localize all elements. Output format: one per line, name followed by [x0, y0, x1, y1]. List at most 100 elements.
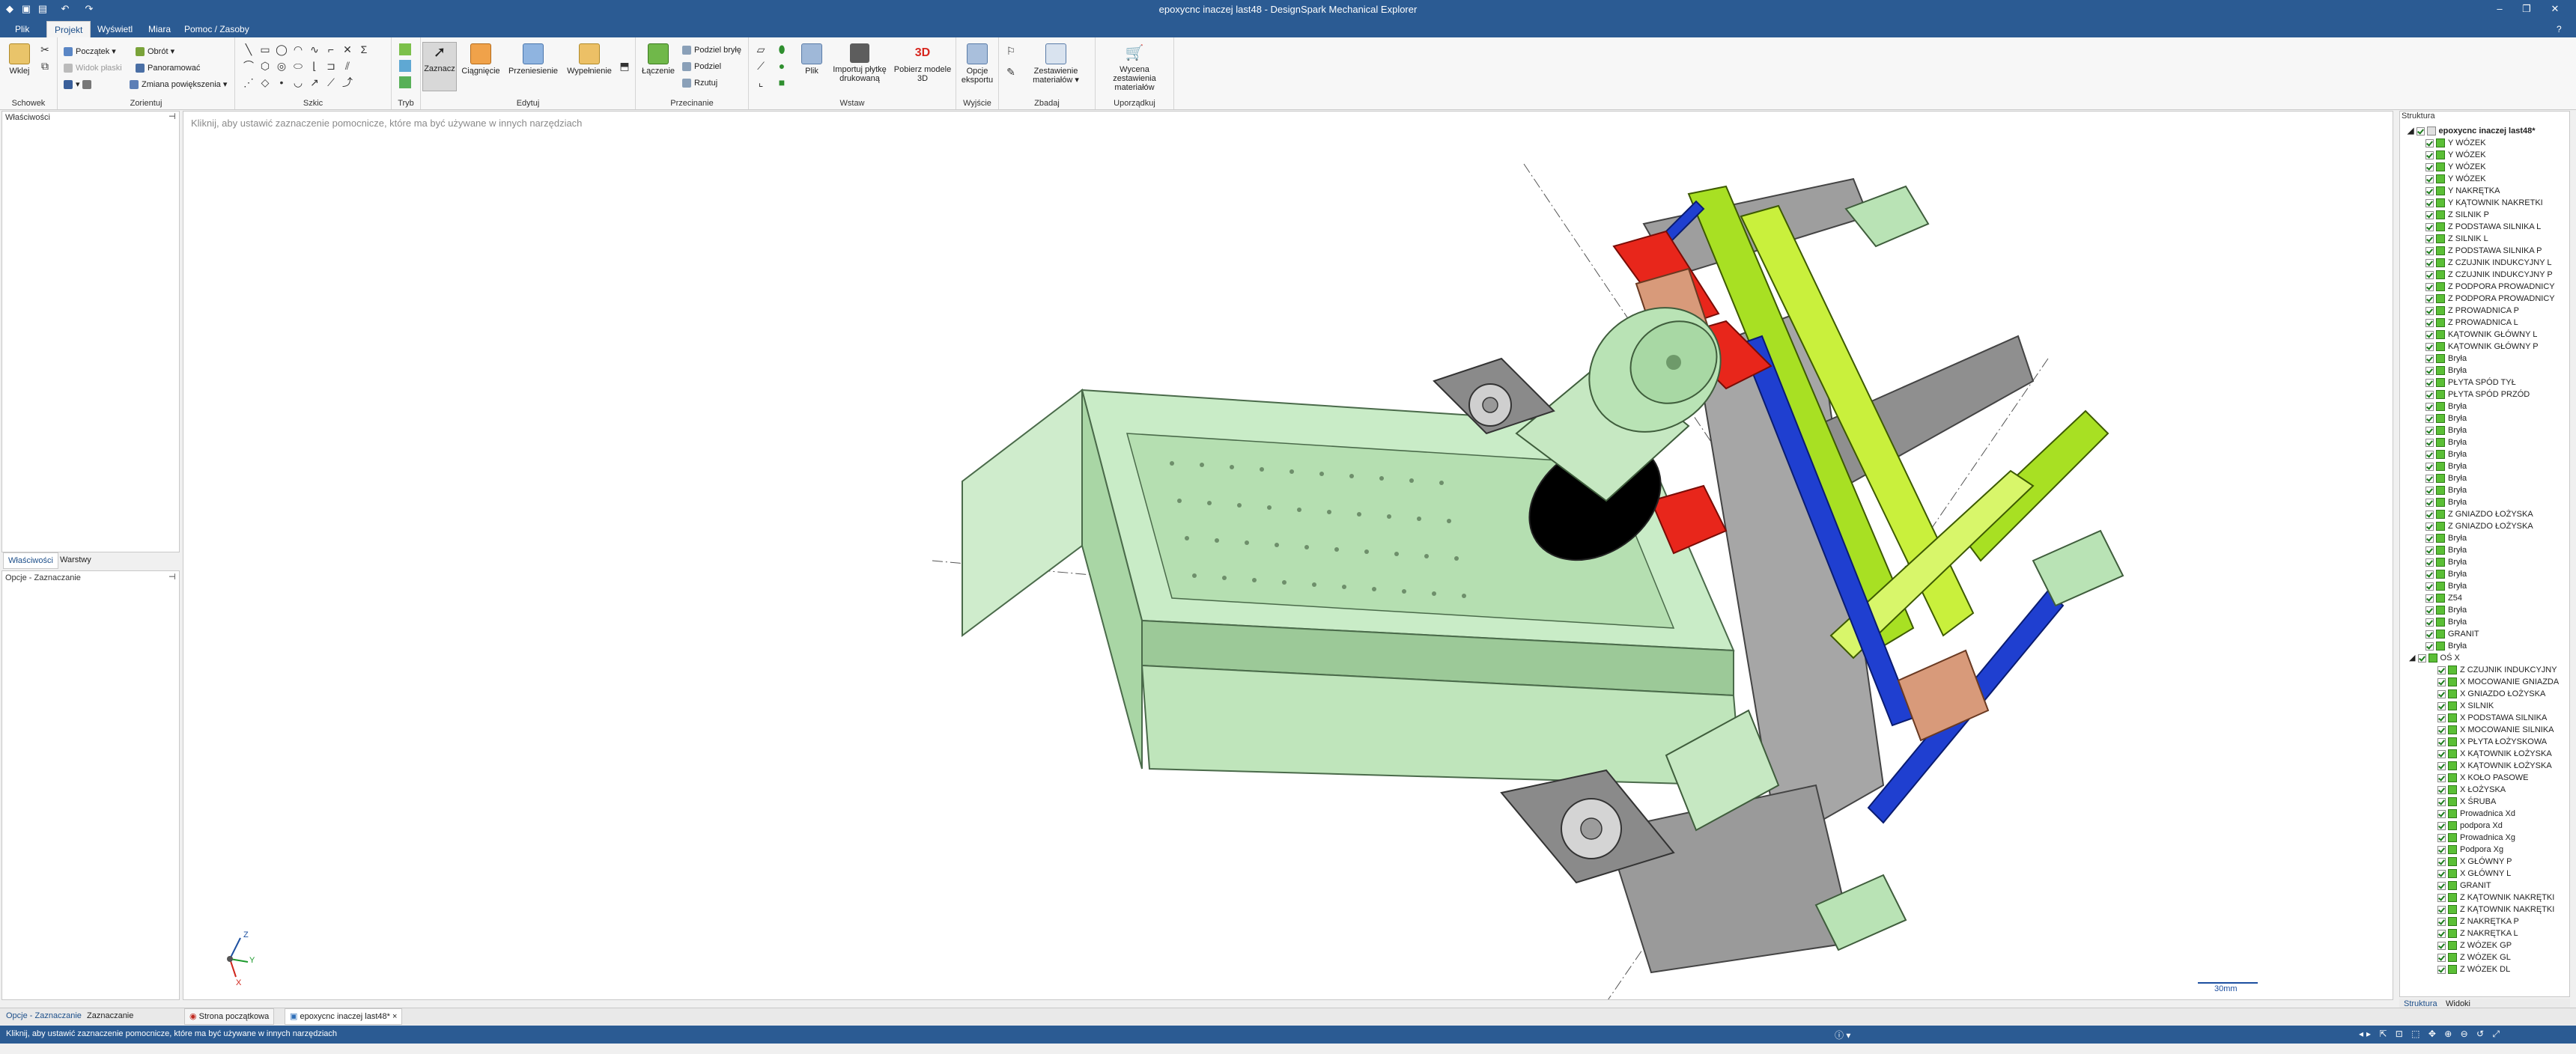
- import-pcb-button[interactable]: Importuj płytkę drukowaną: [830, 43, 890, 83]
- visibility-checkbox[interactable]: [2437, 857, 2446, 866]
- tree-item[interactable]: Z54: [2425, 592, 2462, 604]
- tree-item[interactable]: Bryła: [2425, 484, 2467, 496]
- tree-item[interactable]: Bryła: [2425, 436, 2467, 448]
- tree-item[interactable]: Y WÓZEK: [2425, 149, 2486, 161]
- visibility-checkbox[interactable]: [2437, 725, 2446, 734]
- visibility-checkbox[interactable]: [2425, 510, 2434, 519]
- tree-item[interactable]: Prowadnica Xg: [2437, 832, 2515, 844]
- tab-pomoc[interactable]: Pomoc / Zasoby: [177, 21, 257, 37]
- tree-item[interactable]: PŁYTA SPÓD TYŁ: [2425, 377, 2516, 389]
- visibility-checkbox[interactable]: [2425, 582, 2434, 591]
- tree-item[interactable]: Bryła: [2425, 556, 2467, 568]
- visibility-checkbox[interactable]: [2437, 749, 2446, 758]
- box-icon[interactable]: ■: [776, 76, 788, 88]
- pull-tool-button[interactable]: Ciągnięcie: [460, 43, 502, 76]
- point-icon[interactable]: •: [276, 76, 288, 88]
- tab-start-page[interactable]: ◉ Strona początkowa: [184, 1008, 275, 1025]
- visibility-checkbox[interactable]: [2425, 342, 2434, 351]
- visibility-checkbox[interactable]: [2437, 845, 2446, 854]
- visibility-checkbox[interactable]: [2425, 294, 2434, 303]
- tree-item[interactable]: PŁYTA SPÓD PRZÓD: [2425, 389, 2530, 400]
- tree-item[interactable]: Bryła: [2425, 353, 2467, 365]
- visibility-checkbox[interactable]: [2425, 594, 2434, 603]
- measure-icon[interactable]: ⚐: [1005, 45, 1017, 57]
- visibility-checkbox[interactable]: [2437, 953, 2446, 962]
- visibility-checkbox[interactable]: [2425, 234, 2434, 243]
- pin-icon[interactable]: ⊣: [168, 572, 176, 582]
- 3d-viewport[interactable]: Kliknij, aby ustawić zaznaczenie pomocni…: [183, 111, 2393, 1000]
- tree-item[interactable]: Bryła: [2425, 532, 2467, 544]
- visibility-checkbox[interactable]: [2425, 618, 2434, 627]
- tree-item[interactable]: X GŁÓWNY P: [2437, 856, 2512, 868]
- offset-icon[interactable]: ⊐: [325, 60, 337, 72]
- tree-item[interactable]: Bryła: [2425, 568, 2467, 580]
- tree-item[interactable]: Z KĄTOWNIK NAKRĘTKI: [2437, 904, 2554, 916]
- widok-plaski-button[interactable]: Widok płaski: [64, 61, 122, 75]
- tab-layers[interactable]: Warstwy: [55, 552, 96, 567]
- visibility-checkbox[interactable]: [2425, 630, 2434, 639]
- blend-icon[interactable]: ⬒: [619, 60, 631, 72]
- cylinder-icon[interactable]: ⬮: [776, 43, 788, 55]
- tree-item[interactable]: Podpora Xg: [2437, 844, 2503, 856]
- visibility-checkbox[interactable]: [2437, 761, 2446, 770]
- tab-document[interactable]: ▣ epoxycnc inaczej last48* ×: [285, 1008, 403, 1025]
- poczatek-button[interactable]: Początek ▾: [64, 45, 116, 58]
- visibility-checkbox[interactable]: [2425, 246, 2434, 255]
- visibility-checkbox[interactable]: [2425, 222, 2434, 231]
- line-icon[interactable]: ╲: [243, 43, 255, 55]
- tree-item[interactable]: Z NAKRĘTKA L: [2437, 927, 2518, 939]
- tree-item[interactable]: Z PODSTAWA SILNIKA L: [2425, 221, 2541, 233]
- visibility-checkbox[interactable]: [2425, 450, 2434, 459]
- visibility-checkbox[interactable]: [2437, 833, 2446, 842]
- zoom-button[interactable]: Zmiana powiększenia ▾: [130, 78, 227, 91]
- visibility-checkbox[interactable]: [2437, 713, 2446, 722]
- mirror-icon[interactable]: ⫽: [341, 60, 353, 72]
- 3d-mode-icon[interactable]: [399, 76, 411, 88]
- tree-item[interactable]: Bryła: [2425, 472, 2467, 484]
- visibility-checkbox[interactable]: [2416, 127, 2425, 135]
- export-options-button[interactable]: Opcje eksportu: [958, 43, 997, 85]
- tree-item[interactable]: Bryła: [2425, 424, 2467, 436]
- check-icon[interactable]: ✎: [1005, 66, 1017, 78]
- tree-item[interactable]: podpora Xd: [2437, 820, 2503, 832]
- combine-button[interactable]: Łączenie: [639, 43, 678, 76]
- tab-miara[interactable]: Miara: [141, 21, 178, 37]
- tree-item[interactable]: X SILNIK: [2437, 700, 2494, 712]
- visibility-checkbox[interactable]: [2425, 426, 2434, 435]
- split-button[interactable]: Podziel: [682, 60, 721, 73]
- visibility-checkbox[interactable]: [2437, 941, 2446, 950]
- tree-item[interactable]: Z GNIAZDO ŁOŻYSKA: [2425, 508, 2533, 520]
- three-point-arc-icon[interactable]: ◡: [292, 76, 304, 88]
- visibility-checkbox[interactable]: [2425, 414, 2434, 423]
- tab-wyswietl[interactable]: Wyświetl: [90, 21, 140, 37]
- visibility-checkbox[interactable]: [2425, 378, 2434, 387]
- tree-item[interactable]: Y WÓZEK: [2425, 173, 2486, 185]
- sketch-mode-icon[interactable]: [399, 43, 411, 55]
- tree-item[interactable]: Z PODSTAWA SILNIKA P: [2425, 245, 2542, 257]
- split-line-icon[interactable]: ⟋: [325, 76, 337, 88]
- sum-icon[interactable]: Σ: [358, 43, 370, 55]
- circle2-icon[interactable]: ◎: [276, 60, 288, 72]
- visibility-checkbox[interactable]: [2425, 330, 2434, 339]
- visibility-checkbox[interactable]: [2425, 174, 2434, 183]
- tree-item[interactable]: Bryła: [2425, 640, 2467, 652]
- visibility-checkbox[interactable]: [2425, 282, 2434, 291]
- tree-item[interactable]: X KĄTOWNIK ŁOŻYSKA: [2437, 760, 2552, 772]
- tree-item[interactable]: Bryła: [2425, 365, 2467, 377]
- bom-quote-button[interactable]: 🛒 Wycena zestawienia materiałów: [1097, 43, 1172, 92]
- tree-item[interactable]: Y WÓZEK: [2425, 161, 2486, 173]
- visibility-checkbox[interactable]: [2437, 737, 2446, 746]
- visibility-checkbox[interactable]: [2437, 929, 2446, 938]
- section-mode-icon[interactable]: [399, 60, 411, 72]
- bom-button[interactable]: Zestawienie materiałów ▾: [1026, 43, 1086, 85]
- visibility-checkbox[interactable]: [2425, 474, 2434, 483]
- close-icon[interactable]: ✕: [2542, 0, 2569, 18]
- visibility-checkbox[interactable]: [2425, 162, 2434, 171]
- tree-item[interactable]: Z SILNIK L: [2425, 233, 2488, 245]
- select-tool-button[interactable]: ➚ Zaznacz: [422, 42, 457, 91]
- tree-item[interactable]: X GŁÓWNY L: [2437, 868, 2511, 880]
- ellipse-icon[interactable]: ⬭: [292, 60, 304, 72]
- visibility-checkbox[interactable]: [2437, 665, 2446, 674]
- tree-item[interactable]: Y KĄTOWNIK NAKRETKI: [2425, 197, 2543, 209]
- rectangle-icon[interactable]: ▭: [259, 43, 271, 55]
